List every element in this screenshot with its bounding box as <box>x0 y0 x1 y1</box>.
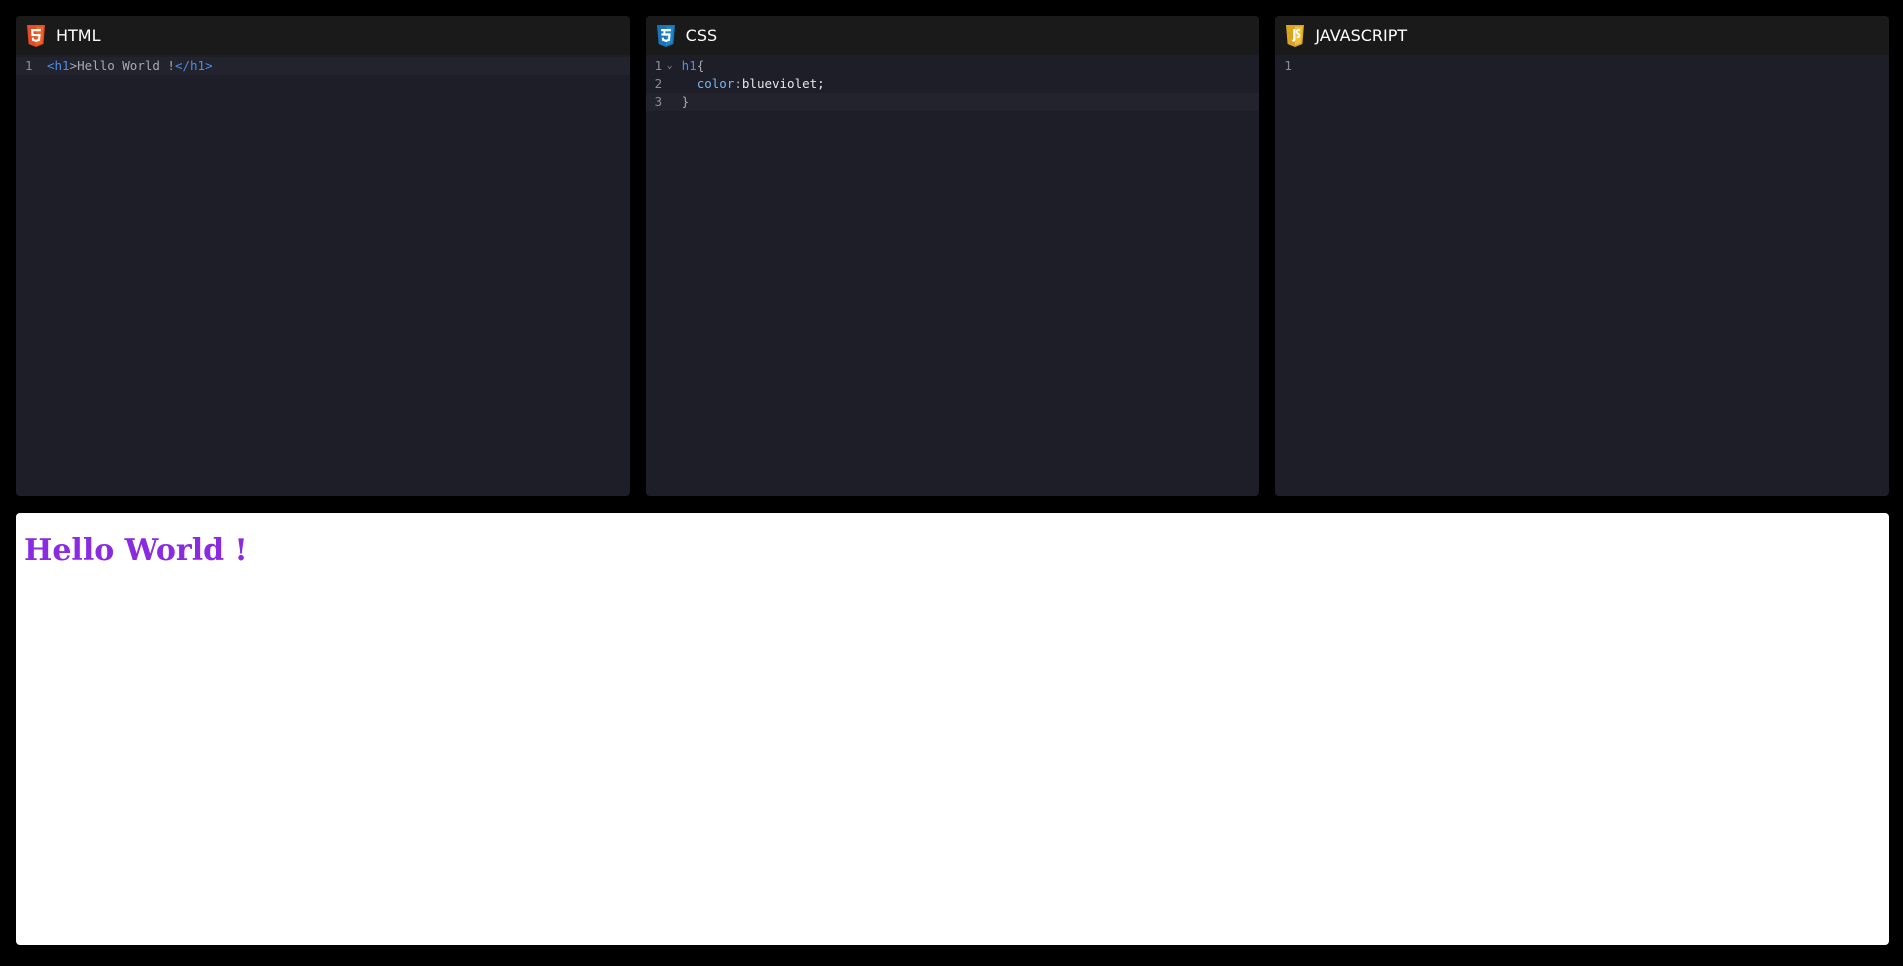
code-line[interactable]: 1 <h1>Hello World !</h1> <box>16 57 630 75</box>
html-panel-header: HTML <box>16 16 630 55</box>
line-number: 1 <box>25 58 33 73</box>
css-panel-header: CSS <box>645 16 1260 55</box>
code-token: blueviolet <box>741 76 818 91</box>
js-code-area[interactable]: 1 <box>1275 55 1889 496</box>
code-content: <h1>Hello World !</h1> <box>44 57 213 75</box>
line-number: 2 <box>654 76 663 91</box>
code-line[interactable]: 3 } <box>645 93 1260 111</box>
html-editor-panel: HTML 1 <h1>Hello World !</h1> <box>16 16 630 496</box>
javascript-icon <box>1285 24 1305 47</box>
preview-heading: Hello World ! <box>24 533 248 568</box>
line-number: 1 <box>1284 58 1292 73</box>
code-line[interactable]: 1 ⌄ h1{ <box>646 57 1260 75</box>
code-token: h1 <box>190 58 206 73</box>
line-number: 3 <box>654 94 663 109</box>
css-panel-title: CSS <box>685 26 718 45</box>
line-number: 1 ⌄ <box>646 57 674 75</box>
code-token: : <box>734 76 742 91</box>
html-code-area[interactable]: 1 <h1>Hello World !</h1> <box>16 55 630 496</box>
code-token: </ <box>174 58 191 73</box>
code-token: } <box>681 94 690 109</box>
code-content: } <box>674 93 690 111</box>
line-number-text: 1 <box>654 58 663 73</box>
js-panel-title: JAVASCRIPT <box>1315 26 1408 45</box>
js-editor-panel: JAVASCRIPT 1 <box>1275 16 1890 496</box>
code-content: h1{ <box>674 57 705 75</box>
js-panel-header: JAVASCRIPT <box>1275 16 1890 55</box>
code-line[interactable]: 2 color:blueviolet; <box>646 75 1260 93</box>
code-token: h1 <box>681 58 697 73</box>
code-token: color <box>696 76 735 91</box>
css3-icon <box>656 24 676 47</box>
editor-panels: HTML 1 <h1>Hello World !</h1> CSS 1 ⌄ h1… <box>16 16 1890 496</box>
code-token: < <box>47 58 55 73</box>
code-content: color:blueviolet; <box>674 75 825 93</box>
html-panel-title: HTML <box>56 26 101 45</box>
code-token: h1 <box>54 58 70 73</box>
code-token: { <box>696 58 705 73</box>
html5-icon <box>26 24 46 47</box>
fold-chevron-icon[interactable]: ⌄ <box>667 57 673 75</box>
code-line[interactable]: 1 <box>1275 57 1889 75</box>
css-editor-panel: CSS 1 ⌄ h1{ 2 color:blueviolet; 3 } <box>645 16 1260 496</box>
css-code-area[interactable]: 1 ⌄ h1{ 2 color:blueviolet; 3 } <box>645 55 1260 496</box>
code-token: ; <box>817 76 825 91</box>
output-preview: Hello World ! <box>16 513 1889 945</box>
code-token: >Hello World ! <box>69 58 175 73</box>
code-token: > <box>205 58 213 73</box>
